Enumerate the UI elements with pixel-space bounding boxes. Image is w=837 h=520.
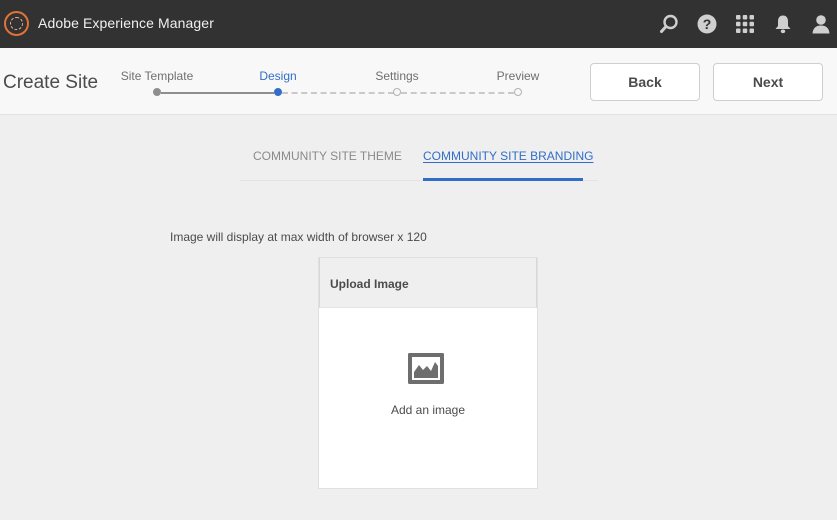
- step-preview-label: Preview: [496, 69, 540, 83]
- tab-community-site-theme[interactable]: COMMUNITY SITE THEME: [253, 149, 402, 163]
- step-settings-label: Settings: [375, 69, 419, 83]
- aem-logo-icon[interactable]: [4, 11, 29, 36]
- add-image-link[interactable]: Add an image: [319, 403, 537, 417]
- step-connector-pending: [401, 92, 514, 94]
- step-design-label: Design: [259, 69, 297, 83]
- step-preview-dot: [514, 88, 522, 96]
- active-tab-indicator: [423, 178, 583, 181]
- help-icon[interactable]: ?: [696, 13, 718, 35]
- step-site-template-label: Site Template: [120, 69, 194, 83]
- app-title[interactable]: Adobe Experience Manager: [38, 15, 214, 31]
- svg-text:?: ?: [703, 16, 712, 32]
- image-placeholder-icon[interactable]: [408, 353, 444, 384]
- solutions-grid-icon[interactable]: [734, 13, 756, 35]
- search-icon[interactable]: [658, 13, 680, 35]
- image-size-hint: Image will display at max width of brows…: [170, 230, 427, 244]
- shell-header: Adobe Experience Manager ?: [0, 0, 837, 48]
- upload-image-title: Upload Image: [330, 277, 409, 291]
- notifications-bell-icon[interactable]: [772, 13, 794, 35]
- step-connector-pending: [282, 92, 394, 94]
- upload-image-card: Upload Image Add an image: [318, 257, 538, 489]
- page-title: Create Site: [3, 72, 99, 93]
- step-site-template-dot: [153, 88, 161, 96]
- tab-community-site-branding[interactable]: COMMUNITY SITE BRANDING: [423, 149, 593, 163]
- step-connector-done: [161, 92, 274, 94]
- user-avatar-icon[interactable]: [810, 13, 832, 35]
- upload-image-header: Upload Image: [319, 258, 537, 308]
- step-settings-dot: [393, 88, 401, 96]
- next-button[interactable]: Next: [713, 63, 823, 101]
- step-design-dot: [274, 88, 282, 96]
- wizard-header: Create Site Site Template Design Setting…: [0, 48, 837, 115]
- back-button[interactable]: Back: [590, 63, 700, 101]
